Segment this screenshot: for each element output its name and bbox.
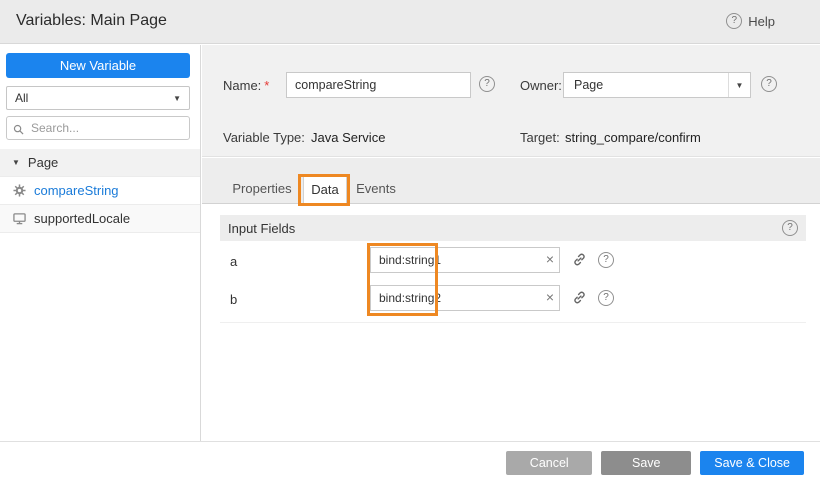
tab-bar: Properties Data Events xyxy=(202,158,820,204)
owner-help-icon[interactable]: ? xyxy=(761,76,777,92)
field-help-icon[interactable]: ? xyxy=(598,290,614,306)
variable-type-label: Variable Type: xyxy=(223,130,305,145)
tab-properties[interactable]: Properties xyxy=(223,174,301,203)
help-label: Help xyxy=(748,14,775,29)
field-help-icon[interactable]: ? xyxy=(598,252,614,268)
tree-group-page[interactable]: ▼ Page xyxy=(0,149,200,177)
field-row-a: a × ? xyxy=(220,241,806,279)
name-help-icon[interactable]: ? xyxy=(479,76,495,92)
help-icon: ? xyxy=(726,13,742,29)
clear-icon[interactable]: × xyxy=(546,289,554,306)
tree-expanded-icon: ▼ xyxy=(12,158,20,167)
field-label-a: a xyxy=(230,254,237,269)
search-box xyxy=(6,116,190,140)
input-fields-panel: Input Fields ? a × ? b × ? xyxy=(220,215,806,323)
save-and-close-button[interactable]: Save & Close xyxy=(700,451,804,475)
footer: Cancel Save Save & Close xyxy=(0,441,820,490)
save-button[interactable]: Save xyxy=(601,451,691,475)
tree-item-label: supportedLocale xyxy=(34,211,130,226)
bind-input-a-field[interactable] xyxy=(370,247,560,273)
footer-buttons: Cancel Save Save & Close xyxy=(506,451,804,475)
target-value: string_compare/confirm xyxy=(565,130,701,145)
clear-icon[interactable]: × xyxy=(546,251,554,268)
variable-form: Name:* ? Owner:* Page ▼ ? Variable Type:… xyxy=(202,45,820,157)
tab-events[interactable]: Events xyxy=(349,174,403,203)
input-fields-header: Input Fields ? xyxy=(220,215,806,241)
search-icon xyxy=(13,122,24,140)
device-variable-icon xyxy=(12,212,26,225)
input-fields-help-icon[interactable]: ? xyxy=(782,220,798,236)
bind-input-b-field[interactable] xyxy=(370,285,560,311)
chevron-down-icon: ▼ xyxy=(173,94,181,103)
variable-type-value: Java Service xyxy=(311,130,385,145)
search-input[interactable] xyxy=(6,116,190,140)
bind-input-b: × xyxy=(370,285,560,311)
bind-link-icon[interactable] xyxy=(572,290,587,310)
header: Variables: Main Page ? Help xyxy=(0,0,820,44)
bind-input-a: × xyxy=(370,247,560,273)
tab-data[interactable]: Data xyxy=(303,174,347,204)
name-label: Name:* xyxy=(223,78,269,93)
owner-select[interactable]: Page ▼ xyxy=(563,72,751,98)
input-fields-title: Input Fields xyxy=(228,221,295,236)
help-button[interactable]: ? Help xyxy=(726,13,775,29)
name-field[interactable] xyxy=(286,72,471,98)
new-variable-button[interactable]: New Variable xyxy=(6,53,190,78)
variable-tree: ▼ Page compareString supportedLocale xyxy=(0,149,200,233)
chevron-down-icon: ▼ xyxy=(728,73,750,97)
cancel-button[interactable]: Cancel xyxy=(506,451,592,475)
tree-item-label: compareString xyxy=(34,183,119,198)
tree-item-comparestring[interactable]: compareString xyxy=(0,177,200,205)
input-fields-rows: a × ? b × ? xyxy=(220,241,806,323)
variable-filter-select[interactable]: All ▼ xyxy=(6,86,190,110)
service-variable-icon xyxy=(12,184,26,197)
tree-group-label: Page xyxy=(28,155,58,170)
field-row-b: b × ? xyxy=(220,279,806,317)
owner-select-value: Page xyxy=(574,78,603,92)
required-marker: * xyxy=(264,78,269,93)
tree-item-supportedlocale[interactable]: supportedLocale xyxy=(0,205,200,233)
bind-link-icon[interactable] xyxy=(572,252,587,272)
sidebar: New Variable All ▼ ▼ Page compareString … xyxy=(0,45,201,441)
field-label-b: b xyxy=(230,292,237,307)
target-label: Target: xyxy=(520,130,560,145)
page-title: Variables: Main Page xyxy=(16,12,167,30)
variable-filter-value: All xyxy=(15,91,28,105)
